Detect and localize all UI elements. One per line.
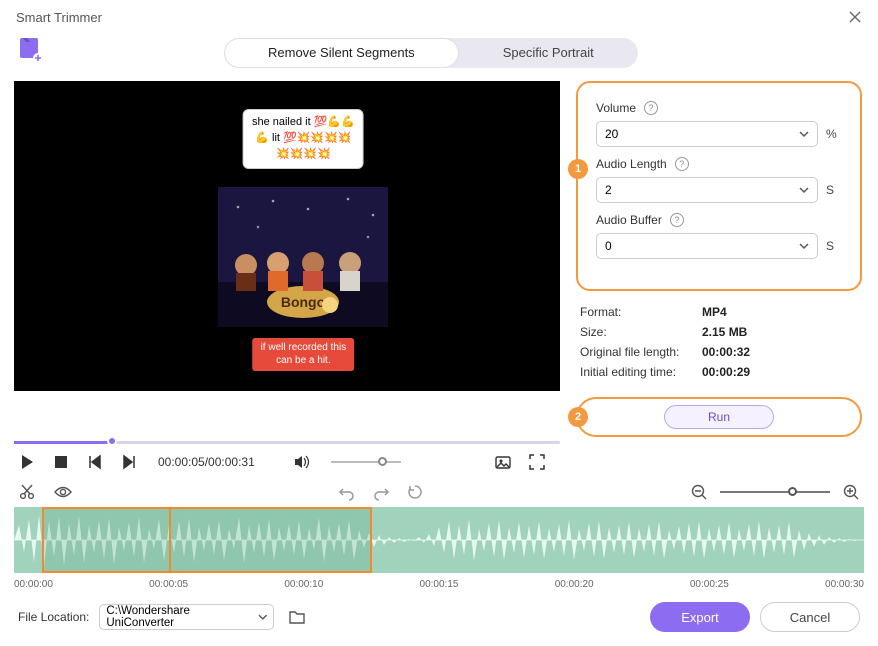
bubble-line: she nailed it 💯💪💪 [252, 115, 355, 131]
bubble-line: 💪 lit 💯💥💥💥💥 [252, 131, 355, 147]
cancel-button[interactable]: Cancel [760, 602, 860, 632]
file-location-label: File Location: [18, 610, 89, 624]
open-folder-button[interactable] [288, 608, 306, 626]
zoom-out-button[interactable] [690, 483, 708, 501]
preview-eye-button[interactable] [54, 483, 72, 501]
selected-clip-region[interactable] [42, 507, 372, 573]
tick: 00:00:15 [420, 579, 459, 590]
audio-length-select[interactable]: 2 [596, 177, 818, 203]
overlay-chat-bubble: she nailed it 💯💪💪 💪 lit 💯💥💥💥💥 💥💥💥💥 [243, 109, 364, 169]
tick: 00:00:00 [14, 579, 53, 590]
volume-label: Volume [596, 101, 636, 115]
snapshot-button[interactable] [494, 453, 512, 471]
fullscreen-button[interactable] [528, 453, 546, 471]
init-time-label: Initial editing time: [580, 365, 692, 379]
reset-button[interactable] [406, 483, 424, 501]
orig-length-value: 00:00:32 [702, 345, 750, 359]
zoom-slider[interactable] [720, 487, 830, 497]
tick: 00:00:20 [555, 579, 594, 590]
stop-button[interactable] [52, 453, 70, 471]
timeline-ticks: 00:00:00 00:00:05 00:00:10 00:00:15 00:0… [14, 579, 864, 590]
volume-select[interactable]: 20 [596, 121, 818, 147]
tick: 00:00:10 [284, 579, 323, 590]
seek-slider[interactable] [14, 437, 560, 447]
volume-value: 20 [605, 127, 618, 141]
mode-tabs: Remove Silent Segments Specific Portrait [224, 38, 638, 68]
chevron-down-icon [799, 241, 809, 251]
help-icon[interactable]: ? [644, 101, 658, 115]
file-location-select[interactable]: C:\Wondershare UniConverter [99, 604, 274, 630]
volume-icon[interactable] [293, 453, 311, 471]
chevron-down-icon [799, 129, 809, 139]
tick: 00:00:05 [149, 579, 188, 590]
volume-slider[interactable] [331, 453, 401, 471]
run-button[interactable]: Run [664, 405, 774, 429]
volume-unit: % [826, 127, 842, 141]
cut-button[interactable] [18, 483, 36, 501]
close-button[interactable] [846, 8, 864, 26]
caption-line: if well recorded this [261, 342, 347, 355]
help-icon[interactable]: ? [675, 157, 689, 171]
next-frame-button[interactable] [120, 453, 138, 471]
chevron-down-icon [258, 612, 268, 622]
video-preview[interactable]: she nailed it 💯💪💪 💪 lit 💯💥💥💥💥 💥💥💥💥 Bongo [14, 81, 560, 391]
svg-text:Bongo: Bongo [281, 294, 325, 310]
tick: 00:00:25 [690, 579, 729, 590]
waveform-timeline[interactable] [14, 507, 864, 573]
size-value: 2.15 MB [702, 325, 747, 339]
undo-button[interactable] [338, 483, 356, 501]
prev-frame-button[interactable] [86, 453, 104, 471]
format-value: MP4 [702, 305, 727, 319]
audio-buffer-label: Audio Buffer [596, 213, 662, 227]
add-media-icon[interactable] [16, 36, 44, 69]
audio-length-label: Audio Length [596, 157, 667, 171]
redo-button[interactable] [372, 483, 390, 501]
orig-length-label: Original file length: [580, 345, 692, 359]
audio-buffer-unit: S [826, 239, 842, 253]
tick: 00:00:30 [825, 579, 864, 590]
window-title: Smart Trimmer [16, 10, 102, 25]
caption-line: can be a hit. [261, 355, 347, 368]
bubble-line: 💥💥💥💥 [252, 147, 355, 163]
init-time-value: 00:00:29 [702, 365, 750, 379]
playhead[interactable] [169, 507, 171, 573]
play-button[interactable] [18, 453, 36, 471]
step-badge-1: 1 [568, 159, 588, 179]
overlay-caption: if well recorded this can be a hit. [253, 338, 355, 371]
tab-remove-silent[interactable]: Remove Silent Segments [224, 38, 459, 68]
step-badge-2: 2 [568, 407, 588, 427]
zoom-in-button[interactable] [842, 483, 860, 501]
tab-specific-portrait[interactable]: Specific Portrait [459, 38, 638, 68]
run-callout: 2 Run [576, 397, 862, 437]
audio-buffer-select[interactable]: 0 [596, 233, 818, 259]
parameters-panel: 1 Volume? 20 % Audio Length? 2 S Audio [576, 81, 862, 291]
file-location-value: C:\Wondershare UniConverter [106, 605, 253, 629]
export-button[interactable]: Export [650, 602, 750, 632]
audio-length-unit: S [826, 183, 842, 197]
timecode: 00:00:05/00:00:31 [158, 455, 255, 469]
audio-buffer-value: 0 [605, 239, 612, 253]
video-frame: Bongo [218, 187, 388, 327]
size-label: Size: [580, 325, 692, 339]
help-icon[interactable]: ? [670, 213, 684, 227]
chevron-down-icon [799, 185, 809, 195]
format-label: Format: [580, 305, 692, 319]
file-metadata: Format: MP4 Size: 2.15 MB Original file le… [576, 305, 862, 379]
audio-length-value: 2 [605, 183, 612, 197]
